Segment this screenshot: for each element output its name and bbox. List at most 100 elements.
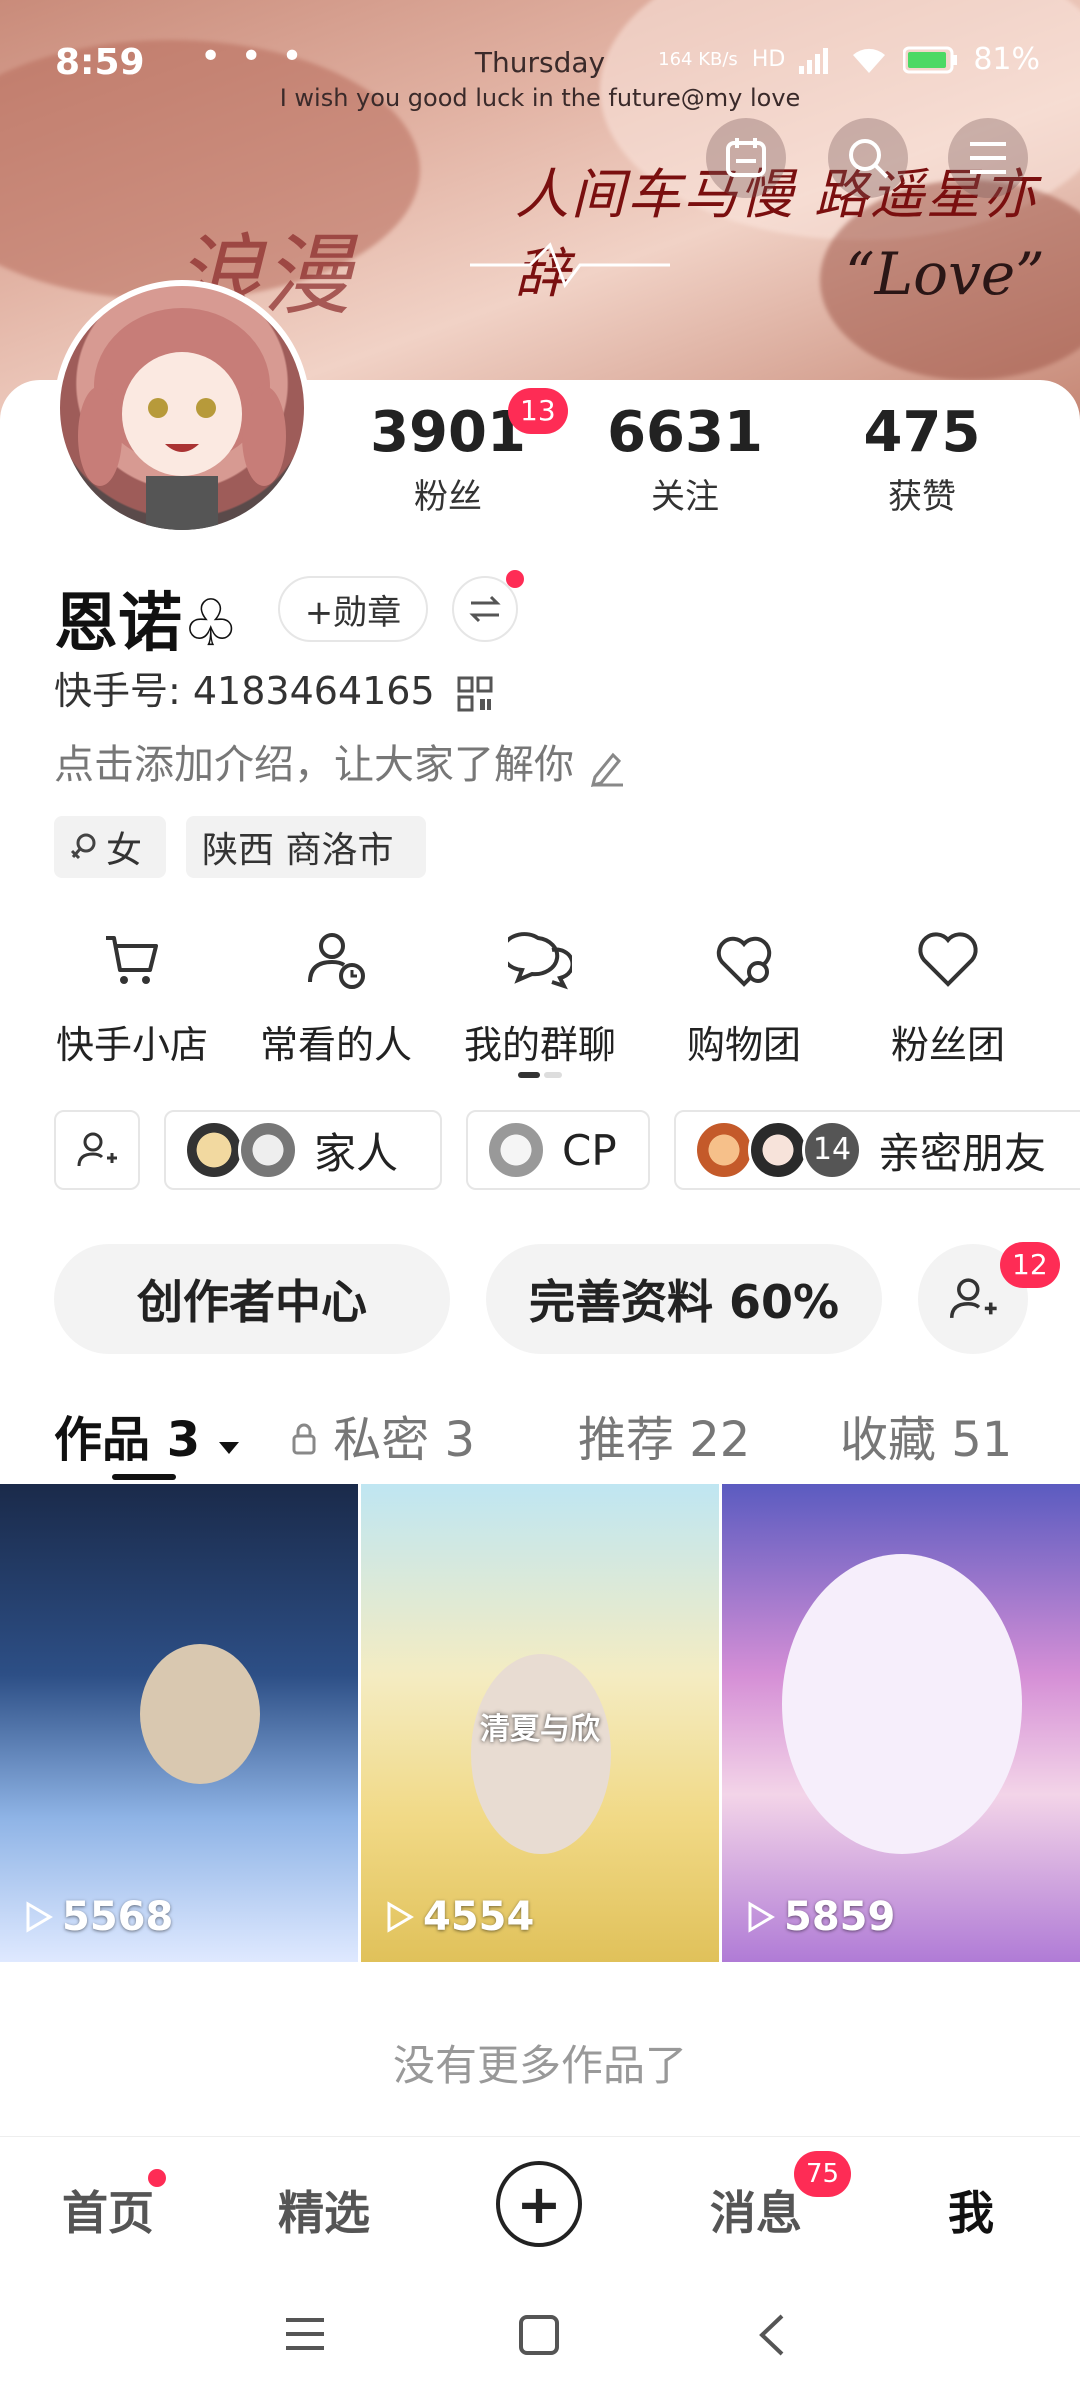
uid-row[interactable]: 快手号: 4183464165 xyxy=(54,660,493,715)
play-icon xyxy=(748,1901,775,1933)
thumbnail-character xyxy=(782,1554,1022,1854)
status-right: 164 KB/s HD 81% xyxy=(658,42,1040,77)
stat-likes[interactable]: 475 获赞 xyxy=(822,400,1022,518)
service-frequent[interactable]: 常看的人 xyxy=(236,920,436,1069)
group-family[interactable]: 家人 xyxy=(164,1110,442,1190)
swap-arrows-icon xyxy=(469,595,501,623)
tab-works[interactable]: 作品 3 xyxy=(54,1400,241,1470)
create-button[interactable]: + xyxy=(496,2161,582,2247)
menu-button[interactable] xyxy=(948,118,1028,198)
net-speed: 164 KB/s xyxy=(658,48,738,70)
group-cp[interactable]: CP xyxy=(466,1110,650,1190)
battery-icon xyxy=(903,46,958,73)
service-group-chat[interactable]: 我的群聊 xyxy=(440,920,640,1069)
stat-following[interactable]: 6631 关注 xyxy=(585,400,785,518)
switch-account-dot xyxy=(506,570,524,588)
nav-home[interactable]: 首页 xyxy=(62,2177,154,2243)
medal-button[interactable]: +勋章 xyxy=(278,576,428,642)
stat-value: 475 xyxy=(863,400,981,465)
tab-private[interactable]: 私密 3 xyxy=(290,1400,475,1470)
play-count: 5568 xyxy=(24,1894,173,1940)
banner-heartbeat-line xyxy=(470,242,670,289)
service-fan-group[interactable]: 粉丝团 xyxy=(848,920,1048,1069)
nav-featured[interactable]: 精选 xyxy=(278,2177,370,2243)
nav-home-dot xyxy=(148,2169,166,2187)
tab-favorites[interactable]: 收藏 51 xyxy=(840,1400,1012,1470)
service-label: 我的群聊 xyxy=(463,1023,616,1067)
wifi-icon xyxy=(853,48,886,73)
group-member-avatar xyxy=(486,1120,546,1180)
calendar-icon xyxy=(726,138,766,177)
lock-icon xyxy=(292,1423,316,1455)
service-label: 粉丝团 xyxy=(890,1023,1005,1067)
group-close-friends[interactable]: 14 亲密朋友 xyxy=(674,1110,1080,1190)
play-count-text: 4554 xyxy=(423,1894,535,1940)
play-count: 4554 xyxy=(385,1894,534,1940)
services-page-indicator xyxy=(518,1072,540,1078)
tab-label: 作品 3 xyxy=(54,1412,201,1468)
messages-badge: 75 xyxy=(794,2151,852,2197)
avatar-illustration xyxy=(78,308,286,530)
video-tile[interactable]: 5568 xyxy=(0,1484,358,1962)
avatar[interactable] xyxy=(54,280,310,536)
no-more-works: 没有更多作品了 xyxy=(392,2041,687,2090)
back-icon[interactable] xyxy=(756,2312,788,2358)
play-icon xyxy=(26,1901,53,1933)
add-person-icon xyxy=(949,1278,997,1319)
home-icon[interactable] xyxy=(518,2314,560,2356)
stat-label: 获赞 xyxy=(888,477,956,517)
complete-profile-button[interactable]: 完善资料 60% xyxy=(486,1244,882,1354)
fans-badge: 13 xyxy=(508,388,568,434)
thumbnail-character xyxy=(140,1644,260,1784)
profile-name: 恩诺♧ xyxy=(54,572,239,664)
thumbnail-character xyxy=(471,1654,611,1854)
gender-tag-text: 女 xyxy=(106,830,143,871)
network-type: HD xyxy=(751,47,786,72)
group-member-avatar xyxy=(694,1120,754,1180)
service-label: 快手小店 xyxy=(55,1023,208,1067)
services-page-indicator xyxy=(544,1072,562,1078)
calendar-button[interactable] xyxy=(706,118,786,198)
tab-label: 私密 3 xyxy=(333,1412,476,1468)
add-relationship-button[interactable] xyxy=(54,1110,140,1190)
chevron-down-icon xyxy=(218,1442,239,1454)
person-clock-icon xyxy=(308,933,365,989)
status-bar: 8:59 • • • Thursday I wish you good luck… xyxy=(0,0,1080,112)
system-nav xyxy=(0,2280,1080,2400)
qr-code-icon[interactable] xyxy=(457,676,493,712)
heart-chat-icon xyxy=(716,936,772,987)
video-caption: 清夏与欣 xyxy=(480,1712,600,1747)
profile-name-text: 恩诺 xyxy=(54,587,182,661)
video-tile[interactable]: 5859 xyxy=(722,1484,1080,1962)
search-icon xyxy=(849,139,889,179)
location-tag: 陕西 商洛市 xyxy=(186,816,426,878)
group-label: 亲密朋友 xyxy=(878,1128,1047,1178)
female-icon xyxy=(70,833,96,860)
service-shopping-group[interactable]: 购物团 xyxy=(644,920,844,1069)
signal-icon xyxy=(799,47,829,74)
intro-edit[interactable]: 点击添加介绍，让大家了解你 xyxy=(54,732,627,790)
add-person-icon xyxy=(77,1132,117,1167)
nav-messages[interactable]: 消息 xyxy=(710,2177,802,2243)
service-label: 常看的人 xyxy=(259,1023,412,1067)
active-tab-indicator xyxy=(112,1474,176,1480)
club-suit-icon: ♧ xyxy=(182,587,240,661)
cart-icon xyxy=(106,936,158,984)
tab-recommended[interactable]: 推荐 22 xyxy=(578,1400,750,1470)
nav-me[interactable]: 我 xyxy=(948,2177,994,2243)
video-tile[interactable]: 清夏与欣 4554 xyxy=(361,1484,719,1962)
recents-icon[interactable] xyxy=(284,2316,326,2352)
stat-label: 关注 xyxy=(651,477,719,517)
add-friend-badge: 12 xyxy=(1000,1242,1060,1288)
heart-icon xyxy=(918,932,978,987)
group-label: CP xyxy=(562,1125,617,1175)
creator-center-button[interactable]: 创作者中心 xyxy=(54,1244,450,1354)
search-button[interactable] xyxy=(828,118,908,198)
menu-icon xyxy=(970,142,1006,174)
service-shop[interactable]: 快手小店 xyxy=(32,920,232,1069)
intro-text: 点击添加介绍，让大家了解你 xyxy=(54,742,574,788)
uid-text: 快手号: 4183464165 xyxy=(54,669,435,713)
play-count: 5859 xyxy=(746,1894,895,1940)
switch-account-button[interactable] xyxy=(452,576,518,642)
status-motto: I wish you good luck in the future@my lo… xyxy=(279,84,801,112)
